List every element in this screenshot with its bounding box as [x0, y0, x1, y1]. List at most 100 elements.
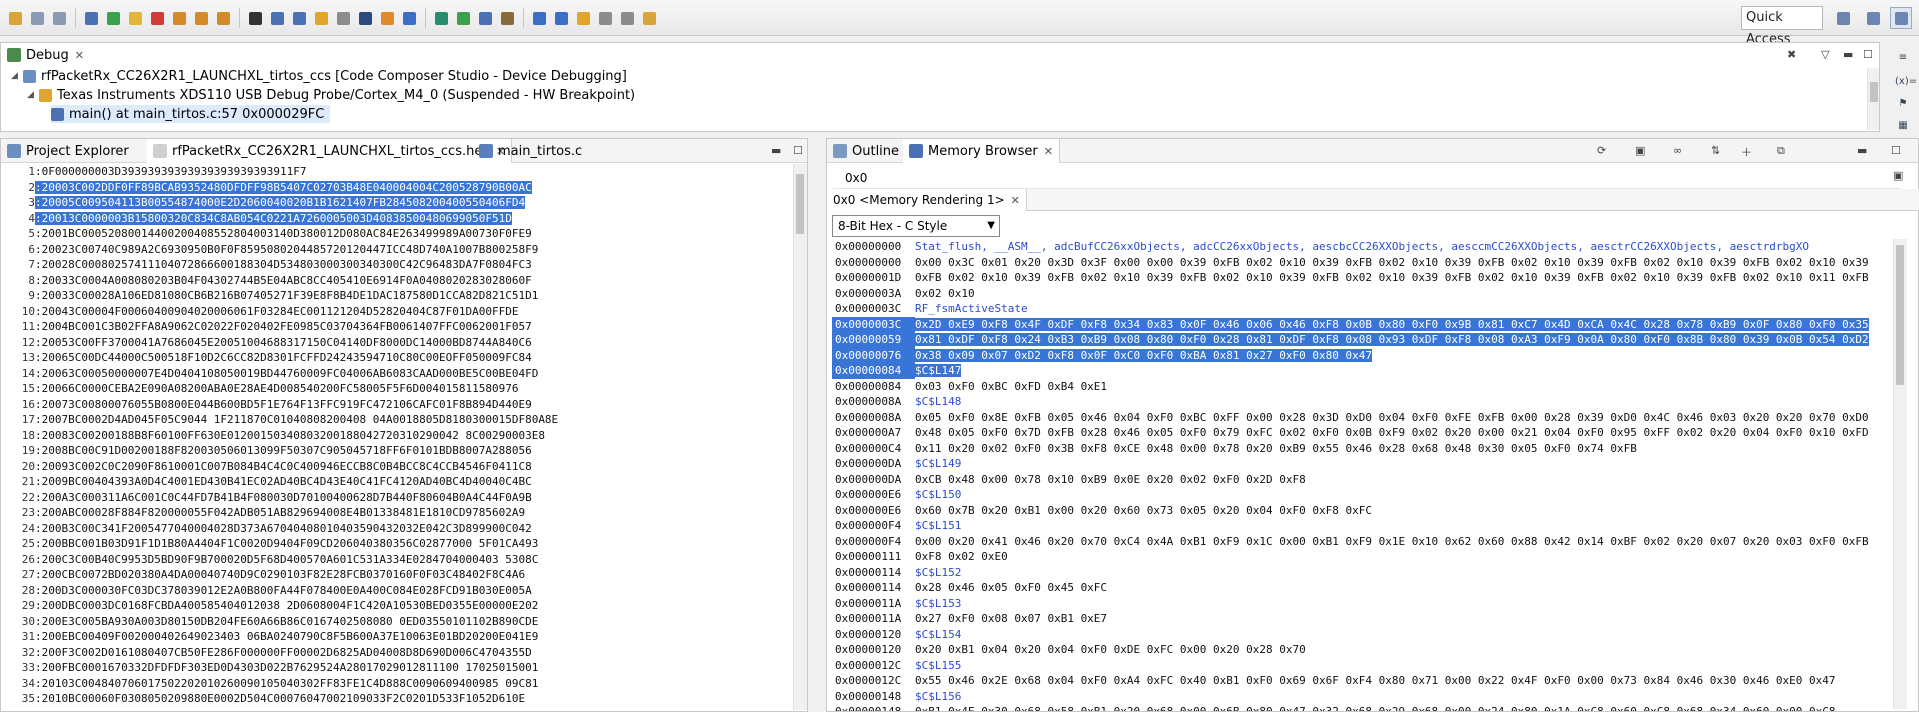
minimize-icon[interactable]: ▬ [1857, 144, 1867, 157]
restart-icon[interactable] [312, 9, 331, 28]
hex-line[interactable]: 26:200C3C00B40C9953D5BD90F9B700020D5F68D… [3, 552, 539, 568]
memory-row[interactable]: 0x000000A7 0x48 0x05 0xF0 0x7D 0xFB 0x28 … [832, 425, 1869, 441]
breakpoints-icon[interactable]: ⚑ [1895, 98, 1911, 112]
hex-line[interactable]: 15:20066C0000CEBA2E090A08200ABA0E28AE4D0… [3, 381, 519, 397]
hex-line[interactable]: 14:20063C00050000007E4D0404108050019BD44… [3, 366, 539, 382]
hex-line[interactable]: 1:0F000000003D39393939393939393939393911… [3, 164, 306, 180]
memory-row[interactable]: 0x000001480xB1 0x4E 0x30 0x68 0x58 0xB1 … [832, 704, 1836, 711]
hex-line[interactable]: 3:20005C009504113B00554874000E2D20600400… [3, 195, 526, 211]
memory-row[interactable]: 0x00000084 $C$L147 [832, 363, 962, 379]
hex-line[interactable]: 24:200B3C00C341F2005477040004028D373A670… [3, 521, 532, 537]
annotation-icon[interactable] [574, 9, 593, 28]
memory-row[interactable]: 0x00000076 0x38 0x09 0x07 0xD2 0xF8 0x0F … [832, 347, 1372, 363]
hex-line[interactable]: 21:2009BC00404393A0D4C4001ED430B41EC02AD… [3, 474, 532, 490]
new-icon[interactable] [6, 9, 25, 28]
memory-address-input[interactable]: 0x0 [833, 167, 1901, 189]
tools-icon[interactable] [498, 9, 517, 28]
tab-hex-file[interactable]: rfPacketRx_CC26X2R1_LAUNCHXL_tirtos_ccs.… [147, 139, 513, 163]
memory-row[interactable]: 0x000000E6 $C$L150 [832, 487, 961, 503]
debug-icon[interactable] [400, 9, 419, 28]
hex-line[interactable]: 13:20065C00DC44000C500518F10D2C6CC82D830… [3, 350, 532, 366]
maximize-icon[interactable]: ☐ [793, 144, 803, 157]
hex-line[interactable]: 19:2008BC00C91D00200188F820030506013099F… [3, 443, 532, 459]
hex-line[interactable]: 9:20033C00028A106ED81080CB6B216B07405271… [3, 288, 538, 304]
hex-line[interactable]: 27:200CBC0072BD020380A4DA00040740D9C0290… [3, 567, 525, 583]
close-icon[interactable]: ✕ [75, 49, 84, 62]
new-view-icon[interactable]: ⧉ [1777, 144, 1785, 158]
memory-row[interactable]: 0x00000120 0x20 0xB1 0x04 0x20 0x04 0xF0 … [832, 642, 1306, 658]
close-icon[interactable]: ✕ [1044, 145, 1053, 158]
hex-line[interactable]: 5:2001BC00052080014400200408552804003140… [3, 226, 531, 242]
hex-line[interactable]: 18:20083C00200188B8F60100FF630E012001503… [3, 428, 545, 444]
search-icon[interactable] [530, 9, 549, 28]
debug-dropdown-icon[interactable] [356, 9, 375, 28]
memory-row[interactable]: 0x000000C4 0x11 0x20 0x02 0xF0 0x3B 0xF8 … [832, 441, 1637, 457]
memory-row[interactable]: 0x0000011A $C$L153 [832, 596, 961, 612]
back-icon[interactable] [596, 9, 615, 28]
hex-line[interactable]: 28:200D3C000030FC03DC378039012E2A0B800FA… [3, 583, 532, 599]
memory-row[interactable]: 0x00000148 $C$L156 [832, 689, 961, 705]
memory-row[interactable]: 0x0000012C 0x55 0x46 0x2E 0x68 0x04 0xF0 … [832, 673, 1836, 689]
memory-row[interactable]: 0x00000111 0xF8 0x02 0xE0 [832, 549, 1008, 565]
memory-row[interactable]: 0x00000000 0x00 0x3C 0x01 0x20 0x3D 0x3F … [832, 255, 1869, 271]
maximize-icon[interactable]: ☐ [1863, 48, 1873, 61]
view-menu-icon[interactable]: ▽ [1821, 48, 1829, 61]
editor-scrollbar[interactable] [793, 164, 807, 710]
ccs-edit-perspective-icon[interactable] [1862, 7, 1884, 29]
hex-line[interactable]: 31:200EBC00409F002000402649023403 06BA02… [3, 629, 539, 645]
settings-icon[interactable] [432, 9, 451, 28]
hex-line[interactable]: 35:2010BC00060F0308050209880E0002D504C00… [3, 691, 525, 707]
hex-line[interactable]: 8:20033C0004A008080203B04F04302744B5E04A… [3, 273, 531, 289]
close-icon[interactable]: ✕ [1011, 194, 1020, 207]
tab-debug[interactable]: Debug ✕ [1, 43, 90, 67]
remove-terminated-icon[interactable]: ✖ [1787, 48, 1796, 61]
suspend-icon[interactable] [126, 9, 145, 28]
hex-line[interactable]: 25:200BBC001B03D91F1D1B80A4404F1C0020D94… [3, 536, 539, 552]
terminal-icon[interactable] [82, 9, 101, 28]
breakpoint-icon[interactable] [334, 9, 353, 28]
maximize-icon[interactable]: ☐ [1891, 144, 1901, 157]
tree-row-frame[interactable]: main() at main_tirtos.c:57 0x000029FC [51, 105, 331, 123]
hex-line[interactable]: 30:200E3C005BA930A003D80150DB204FE60A66B… [3, 614, 539, 630]
debug-scrollbar[interactable] [1867, 68, 1879, 130]
chevron-down-icon[interactable]: ◢ [27, 90, 39, 100]
hex-line[interactable]: 22:200A3C000311A6C001C0C44FD7B41B4F08003… [3, 490, 532, 506]
registers-icon[interactable]: ▦ [1895, 120, 1911, 134]
memory-row[interactable]: 0x00000120 $C$L154 [832, 627, 961, 643]
memory-row[interactable]: 0x00000000 Stat_flush, __ASM__, adcBufCC2… [832, 239, 1809, 255]
step-icon[interactable] [454, 9, 473, 28]
link-icon[interactable]: ∞ [1673, 144, 1682, 157]
hex-line[interactable]: 10:20043C00004F00060400904020006061F0328… [3, 304, 519, 320]
step-over-icon[interactable] [192, 9, 211, 28]
open-perspective-icon[interactable] [1832, 7, 1854, 29]
memory-row[interactable]: 0x000000DA $C$L149 [832, 456, 961, 472]
debug-perspective-icon[interactable] [1890, 7, 1912, 29]
memory-row[interactable]: 0x000000DA 0xCB 0x48 0x00 0x78 0x10 0xB9 … [832, 472, 1306, 488]
hex-line[interactable]: 11:2004BC001C3B02FFA8A9062C02022F020402F… [3, 319, 532, 335]
chevron-down-icon[interactable]: ▼ [987, 216, 995, 236]
format-select[interactable]: 8-Bit Hex - C Style ▼ [832, 215, 1000, 237]
hex-line[interactable]: 34:20103C0048407060175022020102600901050… [3, 676, 539, 692]
memory-row[interactable]: 0x00000114 $C$L152 [832, 565, 961, 581]
grid-icon[interactable] [246, 9, 265, 28]
hex-line[interactable]: 23:200ABC00028F884F820000055F042ADB051AB… [3, 505, 525, 521]
hex-line[interactable]: 17:2007BC0002D4AD045F05C9044 1F211870C01… [3, 412, 558, 428]
tree-row-probe[interactable]: ◢ Texas Instruments XDS110 USB Debug Pro… [27, 86, 635, 104]
memory-row[interactable]: 0x0000008A 0x05 0xF0 0x8E 0xFB 0x05 0x46 … [832, 410, 1869, 426]
memory-row[interactable]: 0x00000084 0x03 0xF0 0xBC 0xFD 0xB4 0xE1 [832, 379, 1107, 395]
link-icon[interactable] [552, 9, 571, 28]
memory-row[interactable]: 0x0000003C RF_fsmActiveState [832, 301, 1028, 317]
import-icon[interactable]: ⇅ [1711, 144, 1720, 157]
new-tab-icon[interactable]: ＋ [1741, 144, 1752, 160]
memory-row[interactable]: 0x0000003C 0x2D 0xE9 0xF8 0x4F 0xDF 0xF8 … [832, 316, 1869, 332]
tab-project-explorer[interactable]: Project Explorer [1, 139, 135, 163]
memory-row[interactable]: 0x0000011A 0x27 0xF0 0x08 0x07 0xB1 0xE7 [832, 611, 1107, 627]
hex-line[interactable]: 2:20003C002DDF0FF89BCAB9352480DFDFF98B54… [3, 180, 532, 196]
memory-row[interactable]: 0x0000003A 0x02 0x10 [832, 286, 975, 302]
tab-main-c[interactable]: main_tirtos.c [473, 139, 588, 163]
memory-scrollbar[interactable] [1893, 239, 1907, 709]
hex-line[interactable]: 16:20073C00800076055B0800E044B600BD5F1E7… [3, 397, 532, 413]
tab-memory-rendering[interactable]: 0x0 <Memory Rendering 1> ✕ [827, 189, 1027, 211]
expressions-label[interactable]: (x)= [1895, 76, 1917, 90]
hex-line[interactable]: 7:20028C00080257411104072866600188304D53… [3, 257, 531, 273]
